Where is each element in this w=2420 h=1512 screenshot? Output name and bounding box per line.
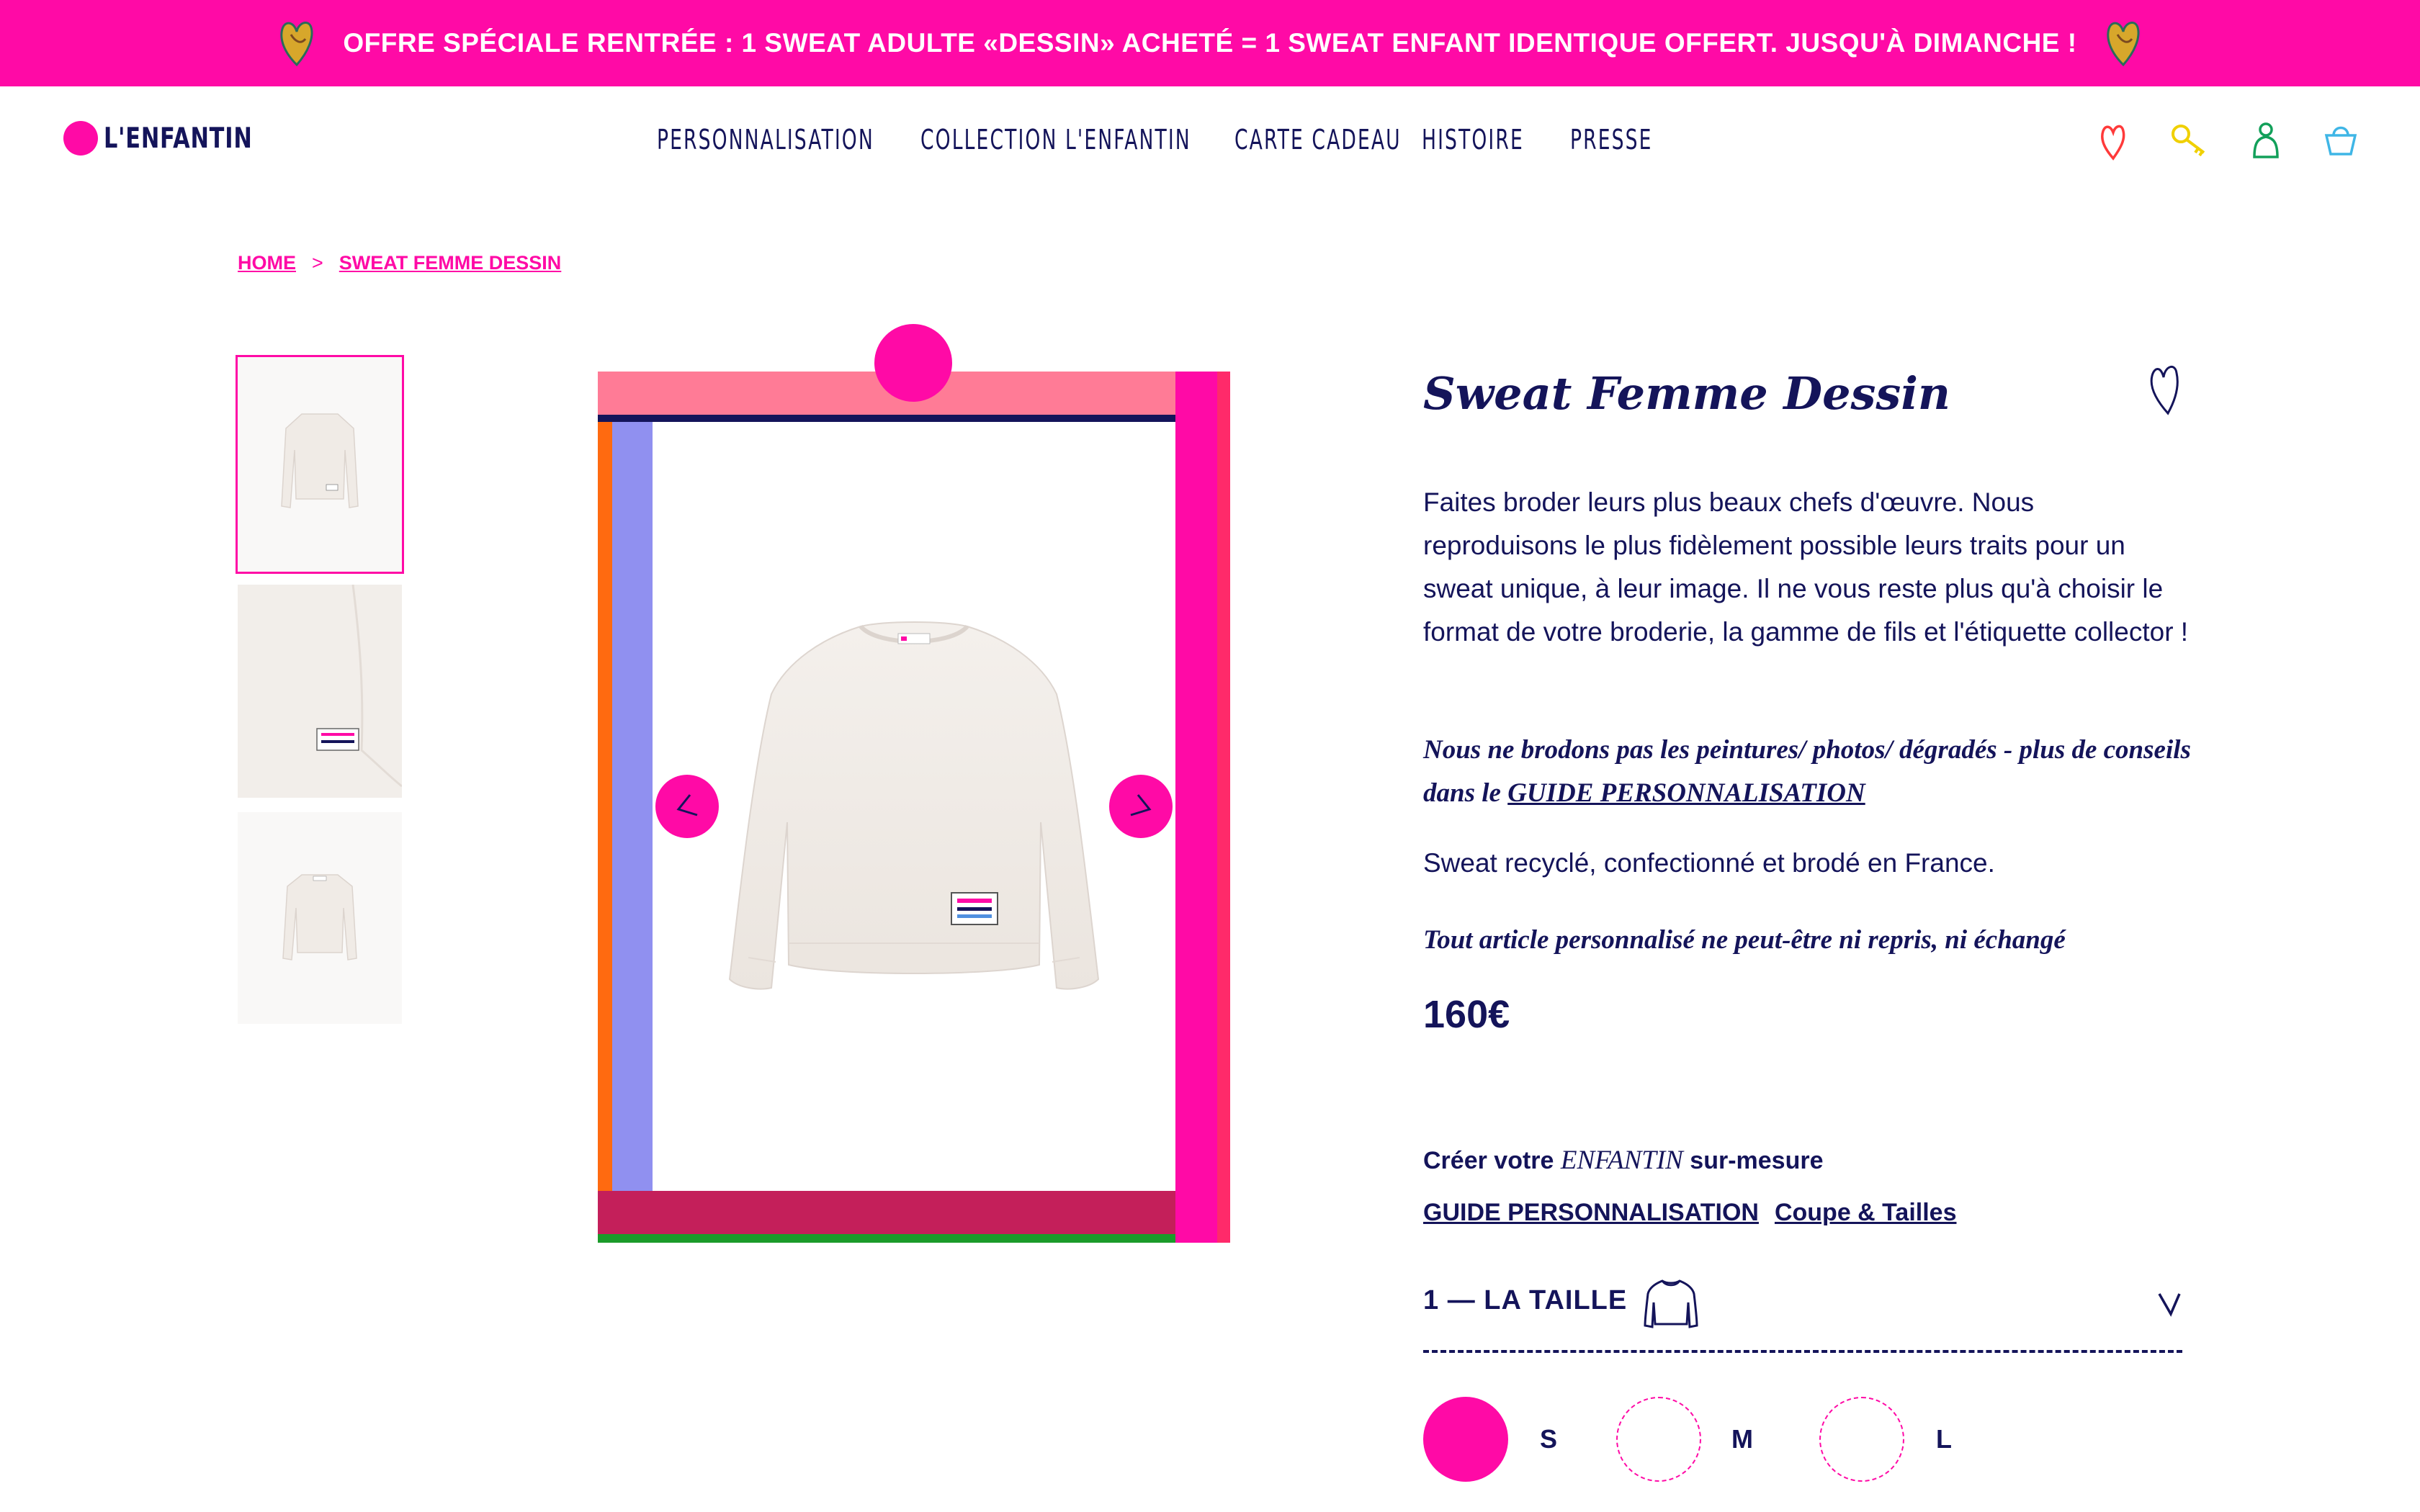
nav-histoire[interactable]: HISTOIRE (1422, 121, 1524, 158)
product-origin: Sweat recyclé, confectionné et brodé en … (1423, 848, 1995, 878)
chevron-right-icon (1130, 794, 1152, 816)
sweater-detail-image (238, 585, 402, 798)
logo-dot (63, 121, 98, 156)
nav-collection[interactable]: COLLECTION L'ENFANTIN (920, 121, 1191, 158)
frame-bottom-band (598, 1191, 1175, 1234)
sweater-thumbnail-image (282, 874, 357, 960)
customize-heading-suffix: sur-mesure (1682, 1147, 1824, 1174)
thumbnail-1[interactable] (236, 355, 404, 574)
size-label-s: S (1540, 1424, 1558, 1454)
promo-text: OFFRE SPÉCIALE RENTRÉE : 1 SWEAT ADULTE … (343, 28, 2077, 58)
size-option-m[interactable] (1616, 1397, 1701, 1482)
chevron-down-icon (2158, 1293, 2181, 1317)
previous-image-button[interactable] (655, 775, 719, 838)
sweater-thumbnail-image (281, 413, 359, 508)
account-icon[interactable] (2246, 118, 2286, 161)
size-guide-link[interactable]: Coupe & Tailles (1775, 1199, 1957, 1227)
product-title: Sweat Femme Dessin (1423, 367, 1950, 420)
sweater-image (728, 621, 1100, 990)
key-icon[interactable] (2169, 118, 2210, 161)
frame-bottom-line (598, 1234, 1175, 1243)
size-step-accordion[interactable]: 1 — LA TAILLE (1423, 1278, 2182, 1353)
return-disclaimer: Tout article personnalisé ne peut-être n… (1423, 925, 2066, 955)
frame-top-circle (874, 324, 952, 402)
size-option-l[interactable] (1819, 1397, 1904, 1482)
product-price: 160€ (1423, 993, 1510, 1036)
add-to-favorites-button[interactable] (2143, 360, 2184, 416)
breadcrumb-home[interactable]: HOME (238, 252, 296, 274)
chevron-left-icon (676, 794, 698, 816)
sweater-outline-icon (1644, 1279, 1698, 1328)
size-step-label: 1 — LA TAILLE (1423, 1285, 1628, 1315)
embroidery-note: Nous ne brodons pas les peintures/ photo… (1423, 729, 2194, 815)
nav-personnalisation[interactable]: PERSONNALISATION (657, 121, 874, 158)
nav-presse[interactable]: PRESSE (1570, 121, 1653, 158)
thumbnail-2[interactable] (238, 585, 402, 798)
product-description: Faites broder leurs plus beaux chefs d'œ… (1423, 487, 2189, 647)
frame-right-band (1175, 372, 1230, 1243)
breadcrumb-separator: > (312, 252, 323, 274)
thumbnail-3[interactable] (238, 812, 402, 1024)
basket-icon[interactable] (2321, 118, 2361, 161)
nav-carte-cadeau[interactable]: CARTE CADEAU (1234, 121, 1402, 158)
size-option-s[interactable] (1423, 1397, 1508, 1482)
heart-drawing-icon (2106, 21, 2140, 67)
size-label-m: M (1731, 1424, 1753, 1454)
heart-icon[interactable] (2093, 118, 2133, 161)
customize-heading-prefix: Créer votre (1423, 1147, 1561, 1174)
customize-heading-brand: ENFANTIN (1560, 1146, 1683, 1175)
breadcrumb-current[interactable]: SWEAT FEMME DESSIN (339, 252, 562, 274)
customize-links: GUIDE PERSONNALISATION Coupe & Tailles (1423, 1199, 1957, 1227)
frame-left-stripe-orange (598, 422, 612, 1192)
guide-personnalisation-link[interactable]: GUIDE PERSONNALISATION (1423, 1199, 1759, 1227)
size-label-l: L (1936, 1424, 1952, 1454)
site-logo[interactable]: L'ENFANTIN (63, 121, 295, 156)
heart-outline-icon (2150, 366, 2179, 415)
heart-drawing-icon (280, 21, 313, 67)
guide-link-inline[interactable]: GUIDE PERSONNALISATION (1507, 778, 1865, 808)
promo-banner: OFFRE SPÉCIALE RENTRÉE : 1 SWEAT ADULTE … (0, 0, 2420, 86)
frame-top-line (598, 415, 1175, 422)
customize-heading: Créer votre ENFANTIN sur-mesure (1423, 1145, 1823, 1176)
next-image-button[interactable] (1109, 775, 1173, 838)
breadcrumb: HOME > SWEAT FEMME DESSIN (238, 252, 561, 274)
logo-text: L'ENFANTIN (104, 122, 253, 155)
frame-left-stripe-lavender (612, 422, 653, 1192)
main-product-image (653, 422, 1175, 1191)
